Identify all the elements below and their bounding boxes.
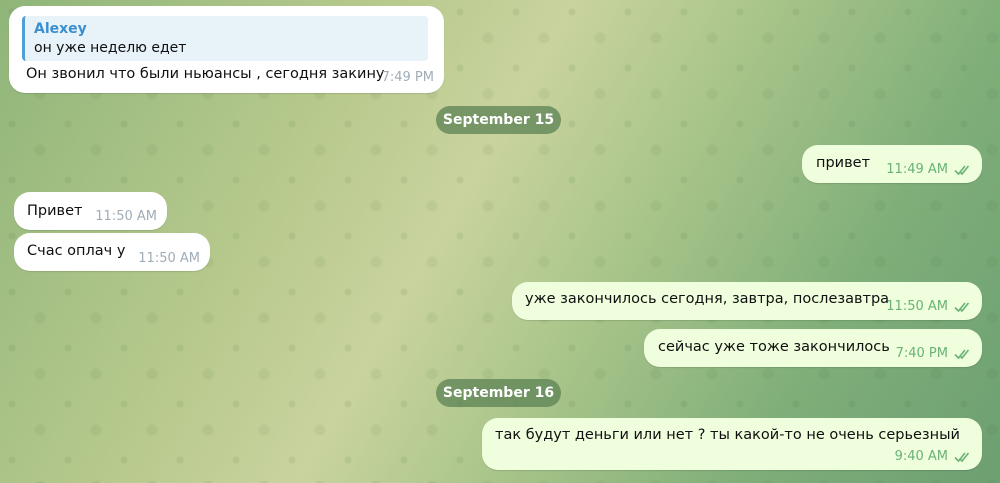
double-check-icon [954,451,972,463]
message-time: 11:50 AM [95,209,157,224]
time-label: 9:40 AM [894,449,948,464]
date-separator: September 16 [436,379,561,407]
message-outgoing[interactable]: привет 11:49 AM [802,145,982,183]
message-time: 11:50 AM [138,251,200,266]
date-separator: September 15 [436,106,561,134]
message-incoming[interactable]: Счас оплач у 11:50 AM [14,233,210,271]
message-text: так будут деньги или нет ? ты какой-то н… [495,427,960,443]
message-text: Он звонил что были ньюансы , сегодня зак… [26,66,385,82]
message-outgoing[interactable]: так будут деньги или нет ? ты какой-то н… [482,418,982,470]
message-text: Привет [27,203,83,219]
message-meta: 9:40 AM [895,449,972,464]
message-meta: 7:40 PM [896,346,972,361]
message-text: привет [816,155,871,171]
time-label: 11:50 AM [886,299,948,314]
message-meta: 11:50 AM [886,299,972,314]
double-check-icon [954,348,972,360]
time-label: 11:50 AM [138,251,200,266]
time-label: 7:40 PM [895,346,948,361]
message-incoming[interactable]: Привет 11:50 AM [14,192,167,230]
message-meta: 11:49 AM [886,162,972,177]
message-text: уже закончилось сегодня, завтра, послеза… [525,291,890,307]
message-text: Счас оплач у [27,243,126,259]
double-check-icon [954,164,972,176]
message-outgoing[interactable]: уже закончилось сегодня, завтра, послеза… [512,282,982,320]
message-text: сейчас уже тоже закончилось [658,339,890,355]
time-label: 11:50 AM [95,209,157,224]
reply-quote[interactable]: Alexey он уже неделю едет [22,16,428,61]
message-incoming-reply[interactable]: Alexey он уже неделю едет Он звонил что … [9,6,444,93]
time-label: 11:49 AM [886,162,948,177]
double-check-icon [954,301,972,313]
reply-author: Alexey [34,21,87,37]
message-time: 7:49 PM [382,70,434,85]
message-outgoing[interactable]: сейчас уже тоже закончилось 7:40 PM [644,329,982,367]
reply-text: он уже неделю едет [34,40,187,56]
time-label: 7:49 PM [381,70,434,85]
